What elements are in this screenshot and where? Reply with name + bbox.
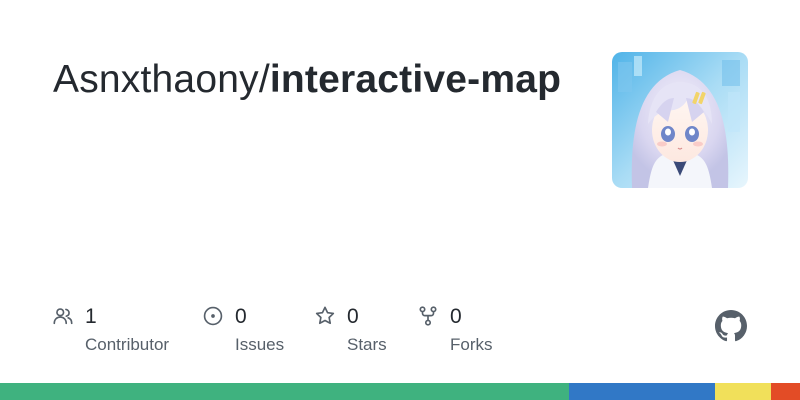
stat-issues[interactable]: 0 Issues (202, 303, 302, 363)
repo-title[interactable]: Asnxthaony/interactive-map (53, 56, 573, 103)
contributors-label: Contributor (85, 335, 170, 354)
issues-label: Issues (235, 335, 285, 354)
stars-count: 0 (347, 305, 359, 328)
stat-forks[interactable]: 0 Forks (417, 303, 517, 363)
github-mark-icon[interactable] (715, 310, 747, 342)
owner-avatar[interactable] (612, 52, 748, 188)
stat-contributors[interactable]: 1 Contributor (52, 303, 192, 363)
language-bar-segment (0, 383, 570, 400)
forks-count: 0 (450, 305, 462, 328)
language-bar-segment (771, 383, 800, 400)
repo-owner: Asnxthaony (53, 58, 259, 101)
forks-label: Forks (450, 335, 493, 354)
anime-avatar-image (612, 52, 748, 188)
repo-name: interactive-map (269, 58, 562, 101)
repo-separator: / (258, 58, 270, 101)
stat-stars[interactable]: 0 Stars (314, 303, 414, 363)
issue-opened-icon (203, 306, 223, 326)
language-bar-segment (569, 383, 716, 400)
issues-count: 0 (235, 305, 247, 328)
language-bar-segment (715, 383, 772, 400)
repo-social-card: Asnxthaony/interactive-map 1 Contributor… (0, 0, 800, 400)
people-icon (53, 308, 73, 325)
star-icon (315, 306, 335, 325)
stars-label: Stars (347, 335, 387, 354)
repo-forked-icon (419, 306, 437, 326)
contributors-count: 1 (85, 305, 97, 328)
language-bar (0, 383, 800, 400)
